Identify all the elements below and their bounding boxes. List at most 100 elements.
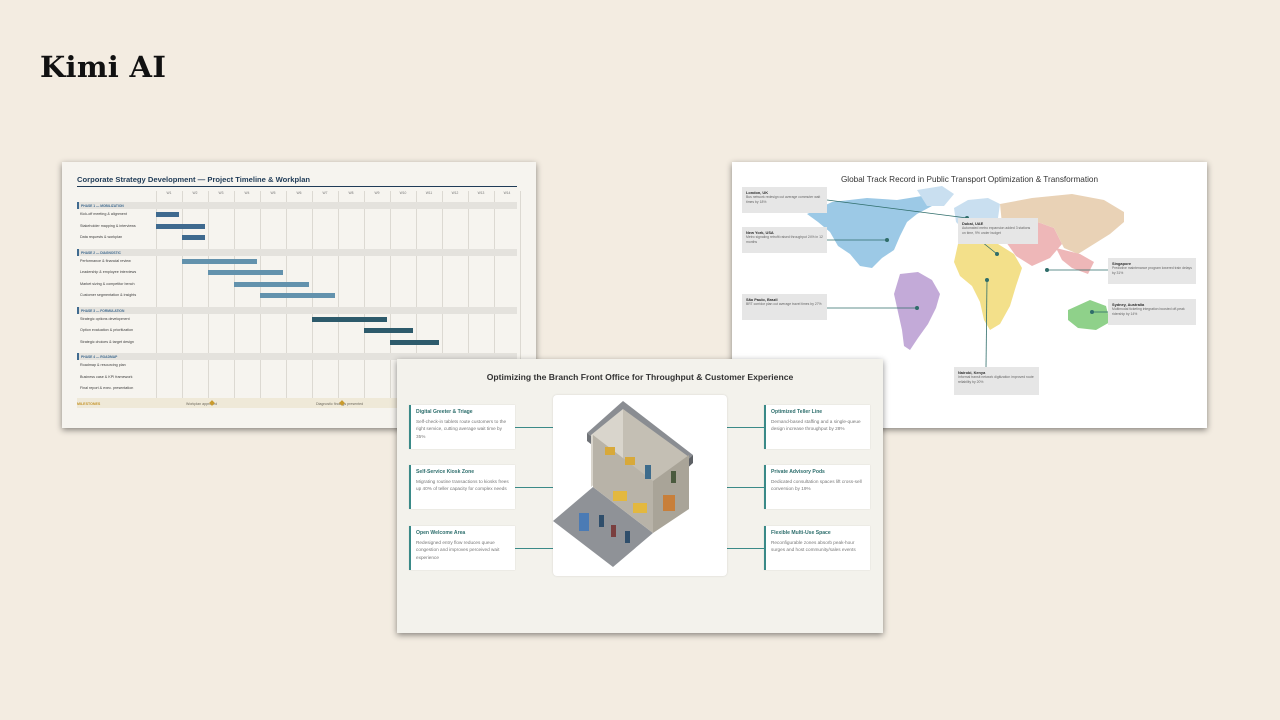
connector-line	[727, 487, 764, 488]
city-callout-singapore: Singapore Predictive maintenance program…	[1108, 258, 1196, 284]
feature-title: Private Advisory Pods	[771, 469, 825, 475]
gantt-bar	[208, 270, 284, 275]
city-result: Bus network redesign cut average commute…	[746, 195, 821, 204]
task-label: Strategic options development	[80, 316, 130, 321]
grid-line	[208, 191, 209, 401]
task-label: Option evaluation & prioritization	[80, 328, 134, 332]
phase-band	[77, 202, 517, 209]
city-callout-sydney: Sydney, Australia Multimodal ticketing i…	[1108, 299, 1196, 325]
city-callout-london: London, UK Bus network redesign cut aver…	[742, 187, 827, 213]
phase-marker	[77, 248, 79, 256]
city-callout-nairobi: Nairobi, Kenya Informal transit network …	[954, 367, 1039, 395]
grid-line	[338, 191, 339, 401]
new-york-marker	[885, 238, 889, 242]
gantt-title-rule	[77, 186, 517, 187]
task-label: Strategic choices & target design	[80, 339, 134, 344]
task-label: Customer segmentation & insights	[80, 293, 137, 297]
feature-title: Digital Greeter & Triage	[416, 409, 473, 415]
gantt-bar	[234, 281, 310, 287]
week-header: W4	[244, 191, 250, 195]
nairobi-marker	[985, 278, 989, 282]
grid-line	[182, 191, 183, 401]
feature-desc: Demand-based staffing and a single-queue…	[771, 419, 861, 432]
branch-title: Optimizing the Branch Front Office for T…	[486, 372, 794, 382]
task-label: Leadership & employee interviews	[80, 270, 137, 274]
phase-label: PHASE 3 — FORMULATION	[81, 308, 125, 313]
week-header: W1	[166, 191, 172, 195]
feature-open-welcome-area: Open Welcome Area Redesigned entry flow …	[409, 526, 515, 570]
task-label: Roadmap & resourcing plan	[80, 363, 126, 367]
branch-floorplan-illustration	[553, 395, 727, 576]
oceania-region	[1068, 300, 1110, 330]
feature-desc: Reconfigurable zones absorb peak-hour su…	[771, 540, 856, 553]
gantt-title: Corporate Strategy Development — Project…	[77, 175, 311, 184]
week-header: W2	[192, 191, 198, 195]
milestones-label: MILESTONES	[77, 402, 101, 406]
gantt-bar	[390, 339, 440, 345]
south-america-region	[894, 272, 940, 350]
gantt-bar	[156, 212, 180, 217]
phase-band	[77, 248, 517, 256]
week-header: W7	[322, 191, 328, 195]
city-result: Informal transit network digitization im…	[958, 375, 1034, 384]
africa-region	[954, 238, 1022, 330]
week-header: W11	[425, 191, 433, 195]
isometric-floorplan-image	[553, 401, 693, 567]
feature-desc: Redesigned entry flow reduces queue cong…	[416, 540, 500, 560]
connector-line	[727, 427, 764, 428]
grid-line	[364, 191, 365, 401]
feature-desc: Self-check-in tablets route customers to…	[416, 419, 507, 439]
gantt-bar	[312, 316, 388, 322]
connector-line	[515, 487, 553, 488]
phase-band	[77, 306, 517, 314]
phase-label: PHASE 1 — MOBILIZATION	[81, 204, 124, 208]
city-callout-sao-paulo: São Paulo, Brazil BRT corridor plan cut …	[742, 294, 827, 320]
feature-desc: Dedicated consultation spaces lift cross…	[771, 479, 862, 492]
city-result: Predictive maintenance program lowered t…	[1112, 266, 1192, 275]
task-label: Stakeholder mapping & interviews	[80, 223, 136, 228]
sydney-marker	[1090, 310, 1094, 314]
task-label: Business case & KPI framework	[80, 374, 133, 379]
week-header: W10	[399, 191, 407, 195]
week-header: W13	[477, 191, 485, 195]
week-header: W6	[296, 191, 302, 195]
gantt-bar	[260, 293, 336, 298]
feature-optimized-teller-line: Optimized Teller Line Demand-based staff…	[764, 405, 870, 449]
feature-flexible-multi-use-space: Flexible Multi-Use Space Reconfigurable …	[764, 526, 870, 570]
gantt-bar	[182, 235, 206, 240]
task-label: Performance & financial review	[80, 258, 131, 263]
week-header: W14	[503, 191, 511, 195]
city-result: BRT corridor plan cut average travel tim…	[746, 302, 822, 307]
slide-thumbnail-branch-front-office[interactable]: Optimizing the Branch Front Office for T…	[397, 359, 883, 633]
singapore-marker	[1045, 268, 1049, 272]
grid-line	[234, 191, 235, 401]
task-label: Market sizing & competitor bench	[80, 281, 135, 286]
feature-title: Optimized Teller Line	[771, 409, 823, 415]
gantt-bar	[156, 223, 206, 229]
phase-marker	[77, 306, 79, 314]
feature-title: Open Welcome Area	[416, 530, 466, 536]
feature-self-service-kiosk: Self-Service Kiosk Zone Migrating routin…	[409, 465, 515, 509]
week-header: W5	[270, 191, 276, 195]
city-callout-dubai: Dubai, UAE Automated metro expansion add…	[958, 218, 1038, 244]
feature-digital-greeter: Digital Greeter & Triage Self-check-in t…	[409, 405, 515, 449]
city-result: Metro signaling retrofit raised throughp…	[746, 235, 823, 244]
map-title: Global Track Record in Public Transport …	[840, 175, 1099, 184]
phase-marker	[77, 202, 79, 209]
grid-line	[390, 191, 391, 401]
week-header: W8	[348, 191, 354, 195]
city-result: Multimodal ticketing integration boosted…	[1112, 307, 1185, 316]
feature-desc: Migrating routine transactions to kiosks…	[416, 479, 509, 492]
gantt-bar	[182, 258, 258, 264]
connector-line	[727, 548, 764, 549]
connector-line	[515, 427, 553, 428]
feature-private-advisory-pods: Private Advisory Pods Dedicated consulta…	[764, 465, 870, 509]
city-callout-new-york: New York, USA Metro signaling retrofit r…	[742, 227, 827, 253]
week-header: W12	[451, 191, 459, 195]
sao-paulo-marker	[915, 306, 919, 310]
city-result: Automated metro expansion added 3 statio…	[962, 226, 1031, 235]
gantt-bar	[364, 328, 414, 333]
feature-title: Flexible Multi-Use Space	[771, 530, 831, 536]
phase-label: PHASE 4 — ROADMAP	[81, 355, 118, 359]
task-label: Final report & exec. presentation	[80, 386, 134, 390]
